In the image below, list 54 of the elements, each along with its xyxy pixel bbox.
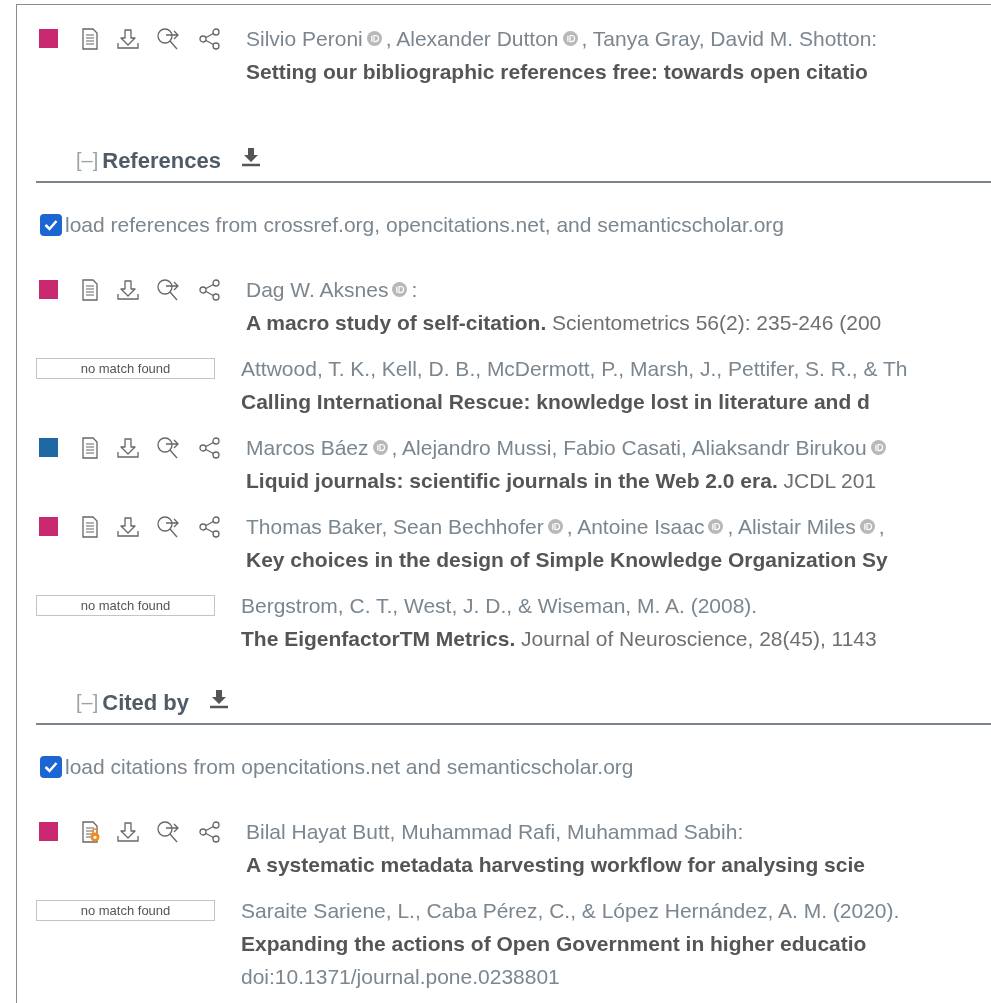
share-icon[interactable] <box>198 27 222 50</box>
citation-text: The EigenfactorTM Metrics. Journal of Neuroscience, 28(45), 1143 <box>241 626 877 652</box>
author-names: Attwood, T. K., Kell, D. B., McDermott, P., Marsh, J., Pettifer, S. R., & Th <box>241 355 908 382</box>
download-icon[interactable] <box>116 515 140 538</box>
share-icon[interactable] <box>198 820 222 843</box>
author-name-link[interactable]: , Antoine Isaac <box>566 510 705 543</box>
document-icon[interactable] <box>80 278 100 301</box>
author-name-link[interactable]: Marcos Báez <box>246 431 369 464</box>
author-name-link[interactable]: , Alejandro Mussi, Fabio Casati, Aliaksandr Birukou <box>391 431 867 464</box>
download-icon[interactable] <box>116 820 140 843</box>
author-name-link[interactable]: , Alexander Dutton <box>385 22 559 55</box>
citation-text: A systematic metadata harvesting workflow for analysing scie <box>246 852 865 878</box>
download-icon[interactable] <box>116 436 140 459</box>
document-icon[interactable] <box>80 27 100 50</box>
author-name-link[interactable]: Bilal Hayat Butt, Muhammad Rafi, Muhammad Sabih: <box>246 815 744 848</box>
section-heading: Cited by <box>102 688 190 717</box>
collapse-toggle[interactable]: [–] <box>76 687 99 717</box>
citation-text: Liquid journals: scientific journals in the Web 2.0 era. JCDL 201 <box>246 468 878 494</box>
author-name-link[interactable]: , Tanya Gray, David M. Shotton: <box>581 22 878 55</box>
no-match-label: no match found <box>36 358 215 379</box>
collapse-toggle[interactable]: [–] <box>76 145 99 175</box>
document-icon[interactable] <box>80 436 100 459</box>
no-match-label: no match found <box>36 900 215 921</box>
author-name-link[interactable]: Dag W. Aksnes <box>246 273 389 306</box>
share-icon[interactable] <box>198 515 222 538</box>
download-icon[interactable] <box>240 147 261 167</box>
author-name-link[interactable]: : <box>411 273 418 306</box>
checkbox[interactable] <box>40 213 62 236</box>
checkbox-label: load references from crossref.org, opencitations.net, and semanticscholar.org <box>65 211 785 238</box>
checkmark-icon <box>44 760 58 773</box>
author-name-link[interactable]: Silvio Peroni <box>246 22 363 55</box>
author-name-link[interactable]: , <box>878 510 885 543</box>
checkbox-label: load citations from opencitations.net and semanticscholar.org <box>65 753 634 780</box>
section-heading: References <box>102 146 221 175</box>
share-icon[interactable] <box>198 436 222 459</box>
citation-text: Expanding the actions of Open Government in higher educatio <box>241 931 868 957</box>
share-icon[interactable] <box>198 278 222 301</box>
author-names: Bergstrom, C. T., West, J. D., & Wiseman, M. A. (2008). <box>241 592 758 619</box>
document-icon[interactable] <box>80 515 100 538</box>
citation-text: Calling International Rescue: knowledge lost in literature and d <box>241 389 871 415</box>
checkmark-icon <box>44 218 58 231</box>
author-names: Saraite Sariene, L., Caba Pérez, C., & López Hernández, A. M. (2020). <box>241 897 900 924</box>
no-match-label: no match found <box>36 595 215 616</box>
checkbox[interactable] <box>40 755 62 778</box>
citation-text: A macro study of self-citation. Scientometrics 56(2): 235-246 (200 <box>246 310 882 336</box>
author-name-link[interactable]: , Alistair Miles <box>727 510 856 543</box>
citation-text: Key choices in the design of Simple Knowledge Organization Sy <box>246 547 888 573</box>
author-name-link[interactable]: Thomas Baker, Sean Bechhofer <box>246 510 544 543</box>
download-icon[interactable] <box>116 27 140 50</box>
doi-text: doi:10.1371/journal.pone.0238801 <box>241 964 561 990</box>
download-icon[interactable] <box>209 689 230 709</box>
citation-text: Setting our bibliographic references free: towards open citatio <box>246 59 869 85</box>
open-access-document-icon[interactable] <box>80 820 100 843</box>
download-icon[interactable] <box>116 278 140 301</box>
